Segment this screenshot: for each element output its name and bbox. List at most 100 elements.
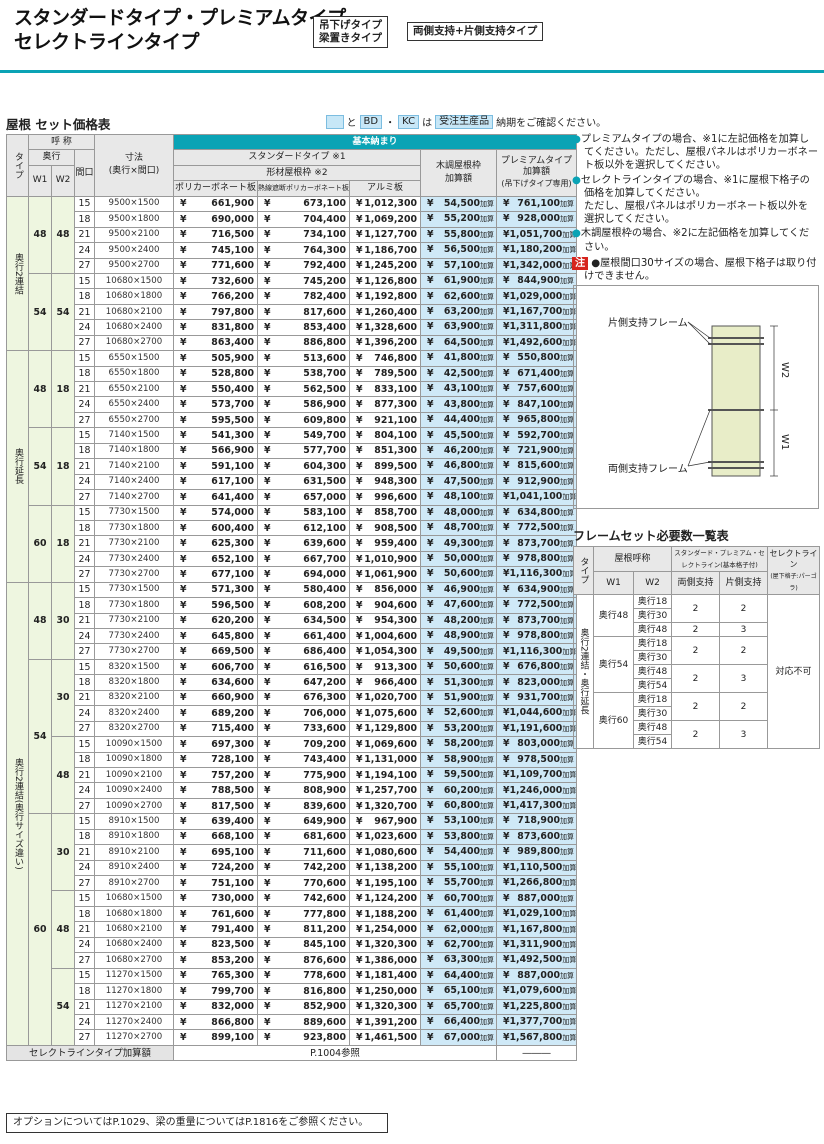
- netsu-price-value: 792,400: [303, 260, 346, 272]
- w2-cell: 18: [51, 504, 75, 583]
- yen-sign: ¥: [427, 460, 434, 472]
- th-sunpo: 寸法 (奥行×間口): [94, 134, 174, 197]
- yen-sign: ¥: [264, 985, 271, 997]
- ft-th-type: タイプ: [573, 546, 594, 595]
- premium-price: ¥989,800加算: [496, 844, 577, 861]
- price-row: 21 8320×2100 ¥660,900 ¥676,300 ¥1,020,700 ¥51…: [7, 689, 577, 707]
- netsu-price: ¥886,800: [257, 334, 350, 352]
- alumi-price: ¥1,080,600: [349, 844, 421, 861]
- alumi-price: ¥746,800: [349, 350, 421, 367]
- mokume-price: ¥41,800加算: [420, 350, 497, 367]
- yen-sign: ¥: [503, 846, 510, 858]
- maguchi-cell: 24: [74, 705, 95, 722]
- frame-w2: 奥行54: [633, 678, 672, 693]
- yen-sign: ¥: [264, 599, 271, 611]
- premium-price-value: 1,191,600: [509, 722, 563, 734]
- yen-sign: ¥: [356, 646, 363, 658]
- yen-sign: ¥: [264, 291, 271, 303]
- poly-price-value: 600,400: [211, 522, 254, 534]
- yen-sign: ¥: [427, 784, 434, 796]
- alumi-price-value: 1,124,200: [364, 893, 417, 905]
- yen-sign: ¥: [264, 244, 271, 256]
- poly-price-value: 797,800: [211, 306, 254, 318]
- size-cell-value: 6550×1500: [108, 352, 160, 363]
- netsu-price: ¥657,000: [257, 489, 350, 506]
- yen-sign: ¥: [180, 352, 187, 364]
- netsu-price: ¥681,600: [257, 828, 350, 846]
- size-cell: 10090×2100: [94, 766, 174, 784]
- size-cell-value: 10090×1800: [105, 754, 163, 765]
- yen-sign: ¥: [264, 692, 271, 704]
- yen-sign: ¥: [427, 522, 434, 534]
- yen-sign: ¥: [264, 738, 271, 750]
- maguchi-cell-value: 15: [78, 275, 91, 287]
- mokume-price: ¥49,300加算: [420, 535, 497, 552]
- poly-price: ¥566,900: [173, 442, 258, 460]
- maguchi-cell-value: 27: [78, 877, 91, 889]
- price-row: 18 10680×1800 ¥761,600 ¥777,800 ¥1,188,200 ¥6…: [7, 905, 577, 923]
- yen-sign: ¥: [180, 430, 187, 442]
- poly-price: ¥661,900: [173, 195, 258, 213]
- yen-sign: ¥: [427, 645, 434, 657]
- netsu-price: ¥852,900: [257, 998, 350, 1015]
- yen-sign: ¥: [427, 753, 434, 765]
- yen-sign: ¥: [427, 892, 434, 904]
- maguchi-cell-value: 27: [78, 646, 91, 658]
- premium-price-value: 823,000: [517, 676, 560, 688]
- poly-price-value: 652,100: [211, 553, 254, 565]
- alumi-price: ¥921,100: [349, 411, 421, 429]
- yen-sign: ¥: [180, 599, 187, 611]
- netsu-price: ¥709,200: [257, 736, 350, 753]
- mokume-price: ¥51,300加算: [420, 674, 497, 691]
- yen-sign: ¥: [503, 676, 510, 688]
- alumi-price-value: 1,061,900: [364, 568, 417, 580]
- netsu-price: ¥634,500: [257, 612, 350, 630]
- price-row: 18 9500×1800 ¥690,000 ¥704,400 ¥1,069,200 ¥55…: [7, 211, 577, 228]
- size-cell-value: 8320×2700: [108, 723, 160, 734]
- maguchi-cell-value: 18: [78, 831, 91, 843]
- poly-price: ¥528,800: [173, 365, 258, 383]
- netsu-price: ¥577,700: [257, 442, 350, 460]
- maguchi-cell-value: 21: [78, 538, 91, 550]
- yen-sign: ¥: [264, 893, 271, 905]
- premium-price-value: 1,029,100: [509, 908, 563, 920]
- mokume-price-value: 59,500: [443, 769, 480, 781]
- size-cell: 7730×2700: [94, 643, 174, 660]
- size-cell-value: 7730×1800: [108, 599, 160, 610]
- netsu-price: ¥661,400: [257, 627, 350, 645]
- yen-sign: ¥: [427, 491, 434, 503]
- yen-sign: ¥: [356, 352, 363, 364]
- maguchi-cell: 21: [74, 921, 95, 938]
- mokume-price-value: 43,100: [443, 383, 480, 395]
- yen-sign: ¥: [180, 383, 187, 395]
- premium-price-value: 978,800: [517, 630, 560, 642]
- frame-w2: 奥行48: [633, 720, 672, 735]
- alumi-price-value: 1,328,600: [364, 321, 417, 333]
- maguchi-cell: 18: [74, 365, 95, 383]
- price-row: 21 9500×2100 ¥716,500 ¥734,100 ¥1,127,700 ¥55…: [7, 226, 577, 244]
- yen-sign: ¥: [180, 877, 187, 889]
- price-row: 18 8910×1800 ¥668,100 ¥681,600 ¥1,023,600 ¥53…: [7, 828, 577, 846]
- th-premium: プレミアムタイプ 加算額 (吊下げタイプ専用): [496, 149, 577, 197]
- kasan-suffix: 加算: [480, 292, 494, 301]
- yen-sign: ¥: [264, 877, 271, 889]
- price-row: 27 8320×2700 ¥715,400 ¥733,600 ¥1,129,800 ¥53…: [7, 720, 577, 738]
- premium-price: ¥550,800加算: [496, 350, 577, 367]
- legend-and: と: [346, 118, 357, 129]
- kasan-suffix: 加算: [560, 755, 574, 764]
- maguchi-cell: 27: [74, 411, 95, 429]
- maguchi-cell-value: 21: [78, 615, 91, 627]
- premium-price-value: 761,100: [517, 197, 560, 209]
- netsu-price: ¥782,400: [257, 288, 350, 305]
- kasan-suffix: 加算: [562, 771, 577, 780]
- mokume-price: ¥64,400加算: [420, 967, 497, 985]
- kasan-suffix: 加算: [480, 585, 494, 594]
- size-cell: 6550×1500: [94, 350, 174, 367]
- poly-price: ¥573,700: [173, 396, 258, 413]
- poly-price: ¥596,500: [173, 597, 258, 614]
- netsu-price: ¥745,200: [257, 272, 350, 290]
- size-cell: 10680×1800: [94, 905, 174, 923]
- alumi-price-value: 1,192,800: [364, 291, 417, 303]
- yen-sign: ¥: [356, 924, 363, 936]
- yen-sign: ¥: [264, 815, 271, 827]
